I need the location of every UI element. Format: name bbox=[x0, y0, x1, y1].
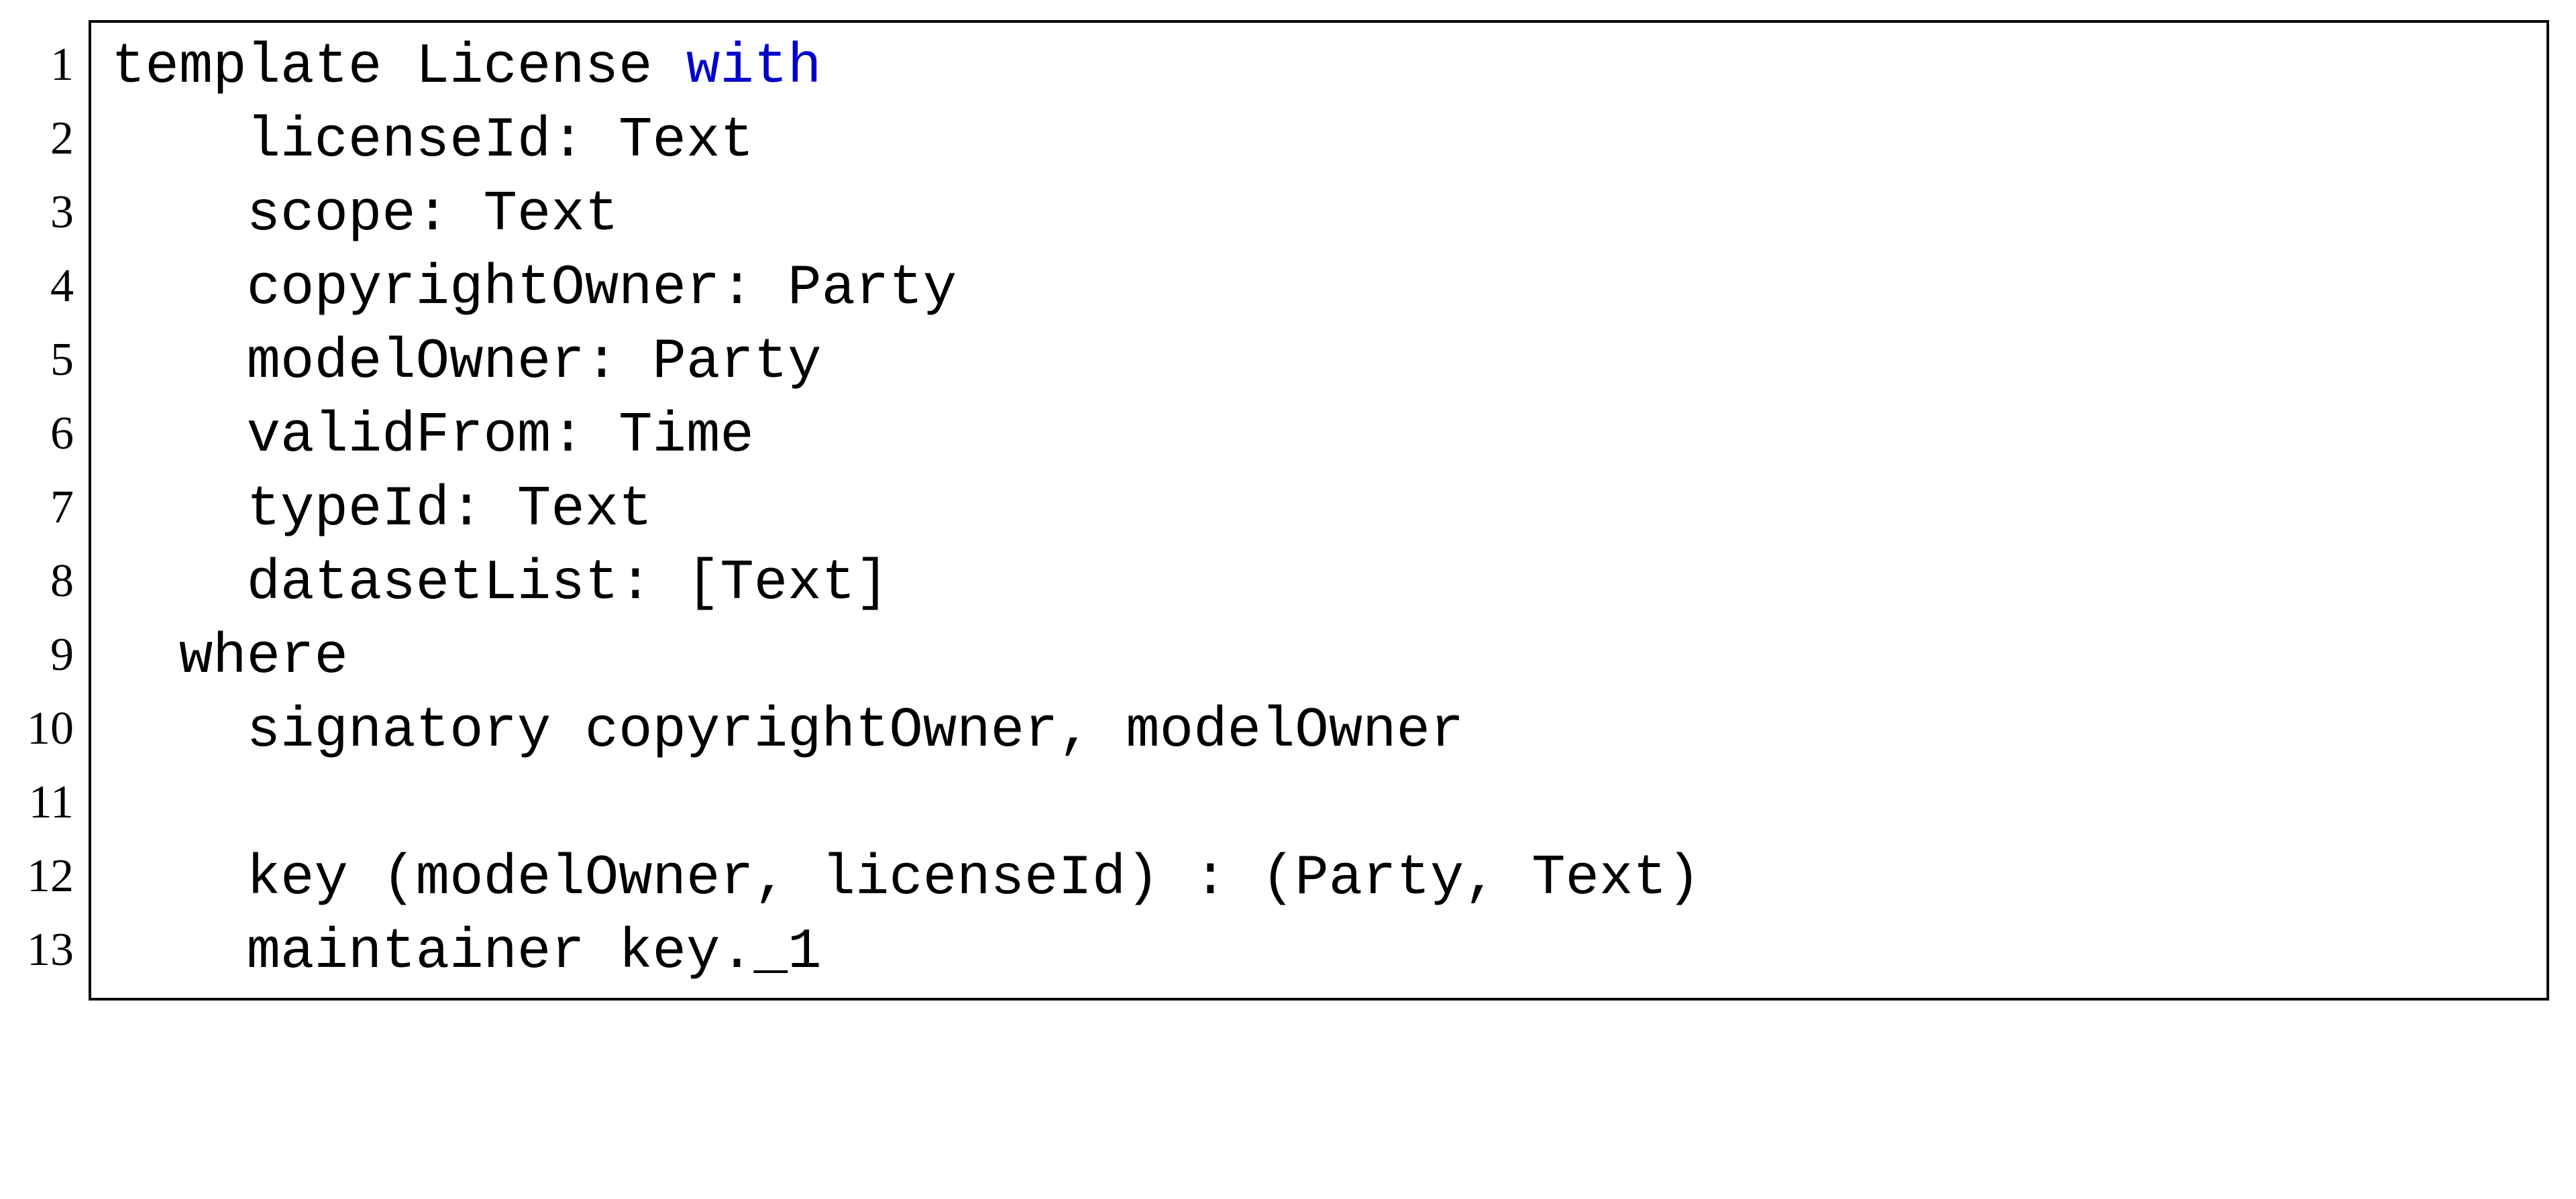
line-number: 12 bbox=[13, 840, 89, 913]
code-line: licenseId: Text bbox=[111, 105, 2526, 178]
keyword: with bbox=[686, 36, 822, 99]
line-number: 10 bbox=[13, 692, 89, 766]
indent bbox=[111, 183, 247, 247]
line-number: 13 bbox=[13, 913, 89, 987]
code-line: key (modelOwner, licenseId) : (Party, Te… bbox=[111, 842, 2526, 916]
indent bbox=[111, 109, 247, 173]
code-text: scope: Text bbox=[247, 183, 619, 247]
code-line: modelOwner: Party bbox=[111, 326, 2526, 400]
line-number: 6 bbox=[13, 397, 89, 471]
line-number: 8 bbox=[13, 545, 89, 618]
line-number: 9 bbox=[13, 618, 89, 692]
line-number: 11 bbox=[13, 766, 89, 840]
code-listing: 12345678910111213 template License with … bbox=[0, 0, 2576, 1027]
code-line: maintainer key._1 bbox=[111, 916, 2526, 990]
code-line: template License with bbox=[111, 31, 2526, 105]
code-line: scope: Text bbox=[111, 178, 2526, 252]
indent bbox=[111, 404, 247, 468]
line-number: 4 bbox=[13, 249, 89, 323]
code-text: template License bbox=[111, 36, 686, 99]
code-box: template License with licenseId: Text sc… bbox=[89, 20, 2549, 1001]
indent bbox=[111, 552, 247, 616]
code-line: datasetList: [Text] bbox=[111, 547, 2526, 621]
code-text: maintainer key._1 bbox=[247, 921, 822, 984]
code-text: licenseId: Text bbox=[247, 109, 754, 173]
code-line: signatory copyrightOwner, modelOwner bbox=[111, 695, 2526, 768]
indent bbox=[111, 847, 247, 911]
code-text: datasetList: [Text] bbox=[247, 552, 890, 616]
code-text: copyrightOwner: Party bbox=[247, 257, 957, 321]
code-text: typeId: Text bbox=[247, 478, 653, 542]
code-text: validFrom: Time bbox=[247, 404, 754, 468]
code-text: key (modelOwner, licenseId) : (Party, Te… bbox=[247, 847, 1701, 911]
code-text: where bbox=[179, 626, 348, 689]
indent bbox=[111, 921, 247, 984]
code-line: typeId: Text bbox=[111, 473, 2526, 547]
code-line: validFrom: Time bbox=[111, 400, 2526, 473]
code-text: signatory copyrightOwner, modelOwner bbox=[247, 699, 1464, 763]
indent bbox=[111, 257, 247, 321]
line-number: 2 bbox=[13, 102, 89, 176]
line-number: 3 bbox=[13, 176, 89, 249]
line-number-gutter: 12345678910111213 bbox=[13, 20, 89, 1001]
indent bbox=[111, 699, 247, 763]
indent bbox=[111, 626, 179, 689]
indent bbox=[111, 478, 247, 542]
indent bbox=[111, 331, 247, 394]
line-number: 7 bbox=[13, 471, 89, 545]
code-line bbox=[111, 768, 2526, 842]
code-text: modelOwner: Party bbox=[247, 331, 822, 394]
code-line: copyrightOwner: Party bbox=[111, 252, 2526, 326]
code-line: where bbox=[111, 621, 2526, 695]
line-number: 5 bbox=[13, 323, 89, 397]
line-number: 1 bbox=[13, 28, 89, 102]
